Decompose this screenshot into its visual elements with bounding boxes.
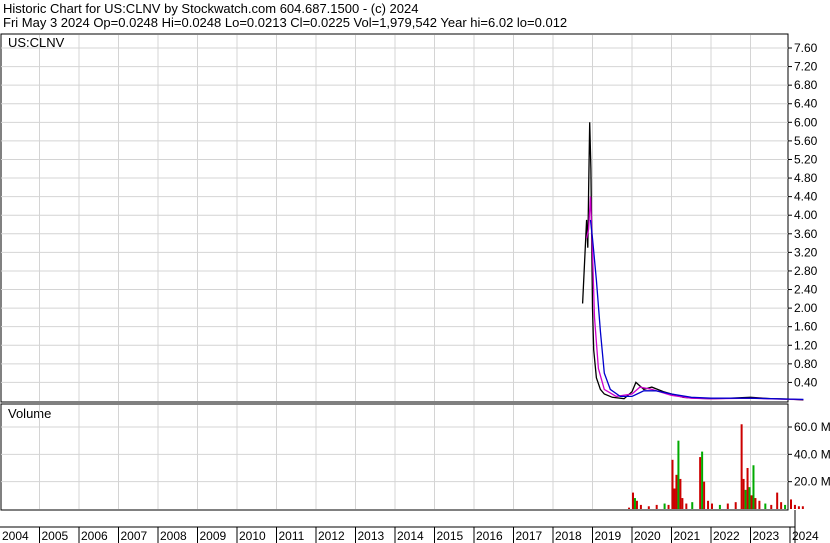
x-tick-label: 2005 xyxy=(42,529,69,543)
price-tick-label: 3.20 xyxy=(794,245,818,259)
x-tick-label: 2008 xyxy=(160,529,187,543)
volume-bar xyxy=(667,504,670,509)
volume-bar xyxy=(679,478,682,509)
volume-bar xyxy=(746,468,749,509)
volume-bar xyxy=(699,457,702,509)
volume-bar xyxy=(770,504,773,509)
price-tick-label: 5.60 xyxy=(794,134,818,148)
volume-tick-label: 20.0 M xyxy=(794,475,830,489)
volume-bar xyxy=(633,498,636,509)
x-tick-label: 2024 xyxy=(792,529,819,543)
price-tick-label: 6.40 xyxy=(794,97,818,111)
price-tick-label: 3.60 xyxy=(794,227,818,241)
volume-bar xyxy=(663,503,666,509)
x-tick-label: 2006 xyxy=(81,529,108,543)
volume-bar xyxy=(797,506,800,509)
price-tick-label: 6.00 xyxy=(794,115,818,129)
volume-bar xyxy=(673,488,676,509)
volume-bar xyxy=(655,504,658,509)
volume-bar xyxy=(734,502,737,509)
volume-bar xyxy=(740,424,743,509)
price-tick-label: 2.40 xyxy=(794,283,818,297)
volume-bar xyxy=(671,459,674,509)
price-tick-label: 6.80 xyxy=(794,78,818,92)
volume-bar xyxy=(790,499,792,509)
x-tick-label: 2015 xyxy=(437,529,464,543)
x-tick-label: 2018 xyxy=(555,529,582,543)
volume-bar xyxy=(639,504,642,509)
volume-bar xyxy=(675,474,678,509)
volume-tick-label: 60.0 M xyxy=(794,420,830,434)
price-tick-label: 0.40 xyxy=(794,375,818,389)
volume-bar xyxy=(744,489,747,509)
volume-bar xyxy=(703,481,706,509)
price-tick-label: 7.60 xyxy=(794,41,818,55)
x-tick-label: 2014 xyxy=(397,529,424,543)
x-tick-label: 2009 xyxy=(200,529,227,543)
price-tick-label: 2.00 xyxy=(794,301,818,315)
x-tick-label: 2012 xyxy=(318,529,345,543)
price-tick-label: 7.20 xyxy=(794,60,818,74)
volume-bar xyxy=(801,506,804,509)
x-tick-label: 2023 xyxy=(753,529,780,543)
volume-bar xyxy=(776,492,779,509)
volume-bar xyxy=(711,503,713,509)
volume-bar xyxy=(752,465,755,509)
volume-bar xyxy=(628,507,631,509)
volume-bar xyxy=(701,451,704,509)
x-tick-label: 2011 xyxy=(279,529,305,543)
volume-label: Volume xyxy=(8,406,51,421)
x-tick-label: 2010 xyxy=(239,529,266,543)
price-tick-label: 4.80 xyxy=(794,171,818,185)
volume-bar xyxy=(647,506,650,509)
price-tick-label: 1.60 xyxy=(794,320,818,334)
volume-bar xyxy=(754,498,757,509)
x-tick-label: 2019 xyxy=(595,529,622,543)
volume-bar xyxy=(764,503,767,509)
volume-tick-label: 40.0 M xyxy=(794,447,830,461)
volume-bar xyxy=(726,503,729,509)
x-tick-label: 2007 xyxy=(121,529,148,543)
x-tick-label: 2004 xyxy=(2,529,29,543)
volume-bar xyxy=(685,503,688,509)
x-tick-label: 2020 xyxy=(634,529,661,543)
x-tick-label: 2013 xyxy=(358,529,385,543)
volume-bar xyxy=(677,440,680,509)
volume-bar xyxy=(742,478,745,509)
volume-bar xyxy=(691,502,694,509)
volume-bar xyxy=(784,504,787,509)
volume-bar xyxy=(758,500,761,509)
price-tick-label: 1.20 xyxy=(794,338,818,352)
volume-bar xyxy=(748,487,751,509)
volume-bar xyxy=(635,500,638,509)
x-tick-label: 2017 xyxy=(516,529,543,543)
volume-bar xyxy=(707,500,710,509)
price-tick-label: 4.40 xyxy=(794,190,818,204)
x-tick-label: 2022 xyxy=(713,529,740,543)
volume-bar xyxy=(750,495,753,509)
x-tick-label: 2016 xyxy=(476,529,503,543)
price-tick-label: 2.80 xyxy=(794,264,818,278)
volume-bar xyxy=(632,492,634,509)
volume-bar xyxy=(793,504,796,509)
volume-bar xyxy=(718,504,721,509)
price-tick-label: 5.20 xyxy=(794,152,818,166)
x-tick-label: 2021 xyxy=(674,529,701,543)
price-tick-label: 4.00 xyxy=(794,208,818,222)
volume-bar xyxy=(780,502,783,509)
price-tick-label: 0.80 xyxy=(794,357,818,371)
historic-chart: US:CLNV Volume 2004 2005 2006 2007 2008 2009 2… xyxy=(0,33,830,543)
volume-bar xyxy=(681,498,684,509)
